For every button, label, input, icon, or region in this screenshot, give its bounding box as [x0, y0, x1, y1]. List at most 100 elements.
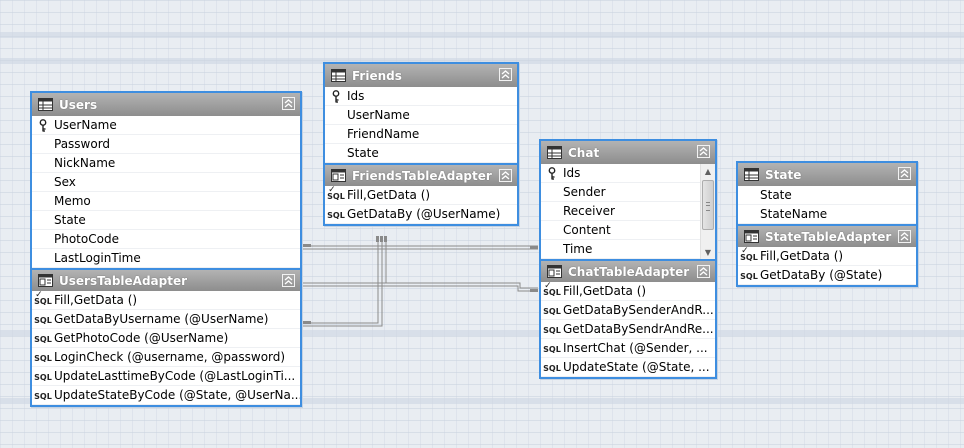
method-row[interactable]: SQL UpdateStateByCode (@State, @UserNa... — [32, 386, 300, 405]
field-row[interactable]: FriendName — [325, 125, 517, 144]
method-row[interactable]: SQL UpdateState (@State, ... — [541, 358, 715, 377]
sql-query-icon: ✓ SQL — [740, 245, 758, 262]
chat-adapter-methods: ✓ SQL Fill,GetData () SQL GetDataBySenderAn… — [541, 280, 715, 377]
users-adapter-title: UsersTableAdapter — [59, 273, 188, 288]
sql-query-icon: ✓ SQL — [327, 184, 345, 201]
field-row[interactable]: Time — [541, 240, 700, 259]
state-title: State — [765, 167, 802, 182]
primary-key-icon — [39, 118, 47, 132]
users-entity[interactable]: Users UserName Password NickName Sex Mem… — [30, 91, 302, 407]
field-row[interactable]: Memo — [32, 192, 300, 211]
method-row[interactable]: SQL GetDataBy (@State) — [738, 266, 916, 285]
field-row[interactable]: Sender — [541, 183, 700, 202]
field-row[interactable]: UserName — [325, 106, 517, 125]
collapse-icon[interactable] — [898, 230, 911, 243]
check-icon: ✓ — [328, 184, 336, 195]
sql-query-icon: SQL — [34, 334, 52, 344]
scroll-up-icon[interactable]: ▲ — [701, 164, 715, 178]
method-row[interactable]: SQL UpdateLasttimeByCode (@LastLoginTi... — [32, 367, 300, 386]
state-adapter-methods: ✓ SQL Fill,GetData () SQL GetDataBy (@State… — [738, 245, 916, 285]
sql-query-icon: SQL — [543, 325, 561, 335]
collapse-icon[interactable] — [697, 265, 710, 278]
field-row[interactable]: State — [738, 186, 916, 205]
state-entity[interactable]: State State StateName StateTableAdapter … — [736, 161, 918, 287]
chat-fields: Ids Sender Receiver Content Time ▲ ▼ — [541, 164, 715, 259]
check-icon: ✓ — [741, 245, 749, 256]
field-row[interactable]: State — [325, 144, 517, 163]
friends-adapter-title: FriendsTableAdapter — [352, 168, 492, 183]
sql-query-icon: SQL — [327, 210, 345, 220]
chat-adapter-title: ChatTableAdapter — [568, 264, 690, 279]
check-icon: ✓ — [35, 289, 43, 300]
method-row[interactable]: SQL GetPhotoCode (@UserName) — [32, 329, 300, 348]
method-row[interactable]: SQL LoginCheck (@username, @password) — [32, 348, 300, 367]
method-row[interactable]: SQL GetDataBy (@UserName) — [325, 205, 517, 224]
friends-header[interactable]: Friends — [325, 64, 517, 87]
collapse-icon[interactable] — [697, 145, 710, 158]
friends-fields: Ids UserName FriendName State — [325, 87, 517, 163]
field-row[interactable]: Sex — [32, 173, 300, 192]
table-icon — [744, 168, 759, 181]
state-adapter-header[interactable]: StateTableAdapter — [738, 224, 916, 247]
field-row[interactable]: Password — [32, 135, 300, 154]
collapse-icon[interactable] — [499, 68, 512, 81]
field-row[interactable]: Ids — [541, 164, 700, 183]
sql-query-icon: SQL — [543, 363, 561, 373]
sql-query-icon: SQL — [740, 271, 758, 281]
scroll-down-icon[interactable]: ▼ — [701, 245, 715, 259]
state-header[interactable]: State — [738, 163, 916, 186]
field-row[interactable]: Ids — [325, 87, 517, 106]
relation-users-chat-line-lower — [303, 282, 538, 289]
method-row[interactable]: SQL GetDataByUsername (@UserName) — [32, 310, 300, 329]
chat-header[interactable]: Chat — [541, 141, 715, 164]
method-row[interactable]: ✓ SQL Fill,GetData () — [32, 289, 300, 310]
table-icon — [331, 69, 346, 82]
sql-query-icon: SQL — [543, 344, 561, 354]
primary-key-icon — [548, 166, 556, 180]
friends-title: Friends — [352, 68, 402, 83]
collapse-icon[interactable] — [898, 167, 911, 180]
field-row[interactable]: Receiver — [541, 202, 700, 221]
field-row[interactable]: Content — [541, 221, 700, 240]
chat-adapter-header[interactable]: ChatTableAdapter — [541, 259, 715, 282]
users-adapter-methods: ✓ SQL Fill,GetData () SQL GetDataByUsername… — [32, 289, 300, 405]
field-row[interactable]: StateName — [738, 205, 916, 224]
chat-title: Chat — [568, 145, 600, 160]
friends-adapter-methods: ✓ SQL Fill,GetData () SQL GetDataBy (@UserN… — [325, 184, 517, 224]
scroll-thumb[interactable] — [702, 180, 714, 230]
field-row[interactable]: State — [32, 211, 300, 230]
sql-query-icon: ✓ SQL — [543, 280, 561, 297]
users-fields: UserName Password NickName Sex Memo Stat… — [32, 116, 300, 268]
collapse-icon[interactable] — [499, 169, 512, 182]
table-adapter-icon — [547, 265, 562, 278]
sql-query-icon: SQL — [34, 353, 52, 363]
sql-query-icon: SQL — [543, 306, 561, 316]
collapse-icon[interactable] — [282, 97, 295, 110]
method-row[interactable]: SQL InsertChat (@Sender, ... — [541, 339, 715, 358]
users-title: Users — [59, 97, 98, 112]
chat-entity[interactable]: Chat Ids Sender Receiver Content Time ▲ … — [539, 139, 717, 379]
friends-adapter-header[interactable]: FriendsTableAdapter — [325, 163, 517, 186]
friends-entity[interactable]: Friends Ids UserName FriendName State Fr… — [323, 62, 519, 226]
field-row[interactable]: LastLoginTime — [32, 249, 300, 268]
method-row[interactable]: SQL GetDataBySendrAndRe... — [541, 320, 715, 339]
field-row[interactable]: UserName — [32, 116, 300, 135]
table-icon — [547, 146, 562, 159]
chat-fields-scrollbar[interactable]: ▲ ▼ — [700, 164, 715, 259]
users-header[interactable]: Users — [32, 93, 300, 116]
field-row[interactable]: PhotoCode — [32, 230, 300, 249]
users-adapter-header[interactable]: UsersTableAdapter — [32, 268, 300, 291]
method-row[interactable]: ✓ SQL Fill,GetData () — [738, 245, 916, 266]
method-row[interactable]: SQL GetDataBySenderAndR... — [541, 301, 715, 320]
table-icon — [38, 98, 53, 111]
method-row[interactable]: ✓ SQL Fill,GetData () — [541, 280, 715, 301]
field-row[interactable]: NickName — [32, 154, 300, 173]
collapse-icon[interactable] — [282, 274, 295, 287]
sql-query-icon: SQL — [34, 372, 52, 382]
table-adapter-icon — [744, 230, 759, 243]
method-row[interactable]: ✓ SQL Fill,GetData () — [325, 184, 517, 205]
primary-key-icon — [332, 89, 340, 103]
sql-query-icon: ✓ SQL — [34, 289, 52, 306]
table-adapter-icon — [331, 169, 346, 182]
relation-friends-users-line — [303, 236, 379, 324]
